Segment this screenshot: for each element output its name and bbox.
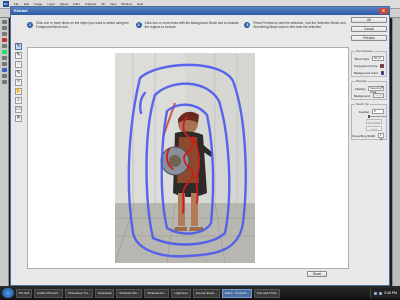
cross-icon[interactable]: ✕ (15, 115, 22, 122)
move-tool-icon[interactable] (2, 20, 7, 24)
volume-icon[interactable] (378, 291, 382, 295)
smoothing-label: Smoothing Width: (352, 133, 376, 138)
hint-text: Click one or more times with the Backgro… (144, 21, 239, 30)
background-color-label: Background Color: (354, 70, 379, 75)
hand-icon[interactable]: ✋ (15, 88, 22, 95)
background-row: Background: None (354, 93, 384, 98)
main-toolbox (0, 18, 9, 286)
cancel-button[interactable]: Cancel (351, 26, 387, 32)
smoothing-brush-icon[interactable]: ≈ (15, 79, 22, 86)
selection-brush-icon[interactable]: ✎ (15, 70, 22, 77)
pen-tool-icon[interactable] (2, 62, 7, 66)
system-tray: 3:48 PM (369, 288, 400, 298)
background-brush-icon[interactable]: ✎ (15, 52, 22, 59)
foreground-color-swatch[interactable] (380, 63, 384, 68)
touch-up-section: Touch Up Feather: 0 Fill Holes Clear Smo… (351, 102, 387, 140)
dialog-buttons: OK Cancel Preview (351, 17, 387, 44)
brush-size-row: Brush Size: 20 px (354, 56, 384, 61)
foreground-color-label: Foreground Color: (354, 63, 379, 68)
taskbar-item[interactable]: Photoshop Tut... (65, 288, 94, 298)
eraser-tool-icon[interactable] (2, 50, 7, 54)
network-icon[interactable] (373, 291, 377, 295)
preview-canvas[interactable] (27, 47, 349, 269)
hint-step-1: 1 Click one or more times on the object … (27, 21, 132, 43)
extract-dialog: Extract ✕ 1 Click one or more times on t… (10, 6, 390, 286)
stamp-tool-icon[interactable] (2, 44, 7, 48)
close-icon[interactable]: ✕ (379, 8, 388, 14)
hand-tool-icon[interactable] (2, 74, 7, 78)
taskbar-item[interactable]: Download (95, 288, 115, 298)
photo-child-costume (115, 53, 255, 263)
hint-step-3: 3 Press Preview to view the selection. U… (244, 21, 349, 43)
step-number-icon: 1 (27, 22, 33, 28)
fill-holes-button[interactable]: Fill Holes (366, 119, 382, 124)
extract-toolbar: ✎ ✎ ◌ ✎ ≈ ✋ ⌕ ▭ ✕ (15, 43, 23, 123)
feather-field[interactable]: 0 (372, 109, 384, 114)
eraser-icon[interactable]: ▭ (15, 106, 22, 113)
section-title: Tool Options (355, 49, 374, 53)
tool-options-section: Tool Options Brush Size: 20 px Foregroun… (351, 49, 387, 77)
background-select[interactable]: None (372, 93, 384, 98)
taskbar-item[interactable]: Lightroom (171, 288, 191, 298)
smoothing-field[interactable]: 1 px (377, 133, 384, 140)
clear-button[interactable]: Clear (366, 126, 382, 131)
section-title: Touch Up (355, 102, 370, 106)
taskbar-item[interactable]: Windows Wo... (116, 288, 143, 298)
section-title: Preview (355, 79, 368, 83)
ok-button[interactable]: OK (351, 17, 387, 23)
step-number-icon: 2 (135, 22, 142, 28)
foreground-color-row: Foreground Color: (354, 63, 384, 68)
panels-dock (392, 18, 400, 286)
lasso-tool-icon[interactable] (2, 32, 7, 36)
brush-size-field[interactable]: 20 px (372, 56, 384, 61)
zoom-icon[interactable]: ⌕ (15, 97, 22, 104)
slider-knob[interactable] (368, 115, 370, 118)
display-row: Display: Selection Area (354, 86, 384, 93)
hint-text: Click one or more times on the object yo… (36, 21, 129, 30)
background-color-swatch[interactable] (380, 70, 384, 75)
brush-tool-icon[interactable] (2, 38, 7, 42)
reset-button[interactable]: Reset (307, 271, 327, 277)
dialog-title-text: Extract (14, 8, 28, 13)
marquee-tool-icon[interactable] (2, 26, 7, 30)
instructions-bar: 1 Click one or more times on the object … (27, 21, 349, 43)
feather-slider[interactable] (368, 115, 386, 118)
brush-size-label: Brush Size: (354, 56, 370, 61)
taskbar-item-active[interactable]: Editor - Photosh... (221, 288, 252, 298)
background-label: Background: (354, 93, 371, 98)
taskbar-item[interactable]: Internet Explo... (192, 288, 220, 298)
display-select[interactable]: Selection Area (368, 86, 384, 93)
foreground-brush-icon[interactable]: ✎ (15, 43, 22, 50)
zoom-tool-icon[interactable] (2, 80, 7, 84)
taskbar-item[interactable]: Adobe Photosh... (34, 288, 64, 298)
taskbar-item[interactable]: Windows Ex... (144, 288, 170, 298)
display-label: Display: (355, 86, 366, 91)
options-panel: Tool Options Brush Size: 20 px Foregroun… (351, 49, 387, 144)
gradient-tool-icon[interactable] (2, 56, 7, 60)
preview-section: Preview Display: Selection Area Backgrou… (351, 79, 387, 100)
photoshop-logo-icon: Ps (3, 1, 9, 7)
type-tool-icon[interactable] (2, 68, 7, 72)
background-color-row: Background Color: (354, 70, 384, 75)
dialog-title: Extract ✕ (11, 7, 389, 15)
feather-row: Feather: 0 (354, 109, 384, 114)
hint-step-2: 2 Click one or more times with the Backg… (135, 21, 241, 43)
taskbar-item[interactable]: Tips and Tricks (253, 288, 280, 298)
taskbar-item[interactable]: PC-Sell (16, 288, 33, 298)
hint-text: Press Preview to view the selection. Use… (253, 21, 346, 30)
windows-taskbar: PC-Sell Adobe Photosh... Photoshop Tut..… (0, 286, 400, 300)
start-button-icon[interactable] (2, 288, 14, 298)
feather-label: Feather: (358, 109, 370, 114)
smoothing-row: Smoothing Width: 1 px (352, 133, 384, 140)
step-number-icon: 3 (244, 22, 251, 28)
preview-button[interactable]: Preview (351, 35, 387, 41)
point-eraser-icon[interactable]: ◌ (15, 61, 22, 68)
clock[interactable]: 3:48 PM (384, 291, 397, 295)
